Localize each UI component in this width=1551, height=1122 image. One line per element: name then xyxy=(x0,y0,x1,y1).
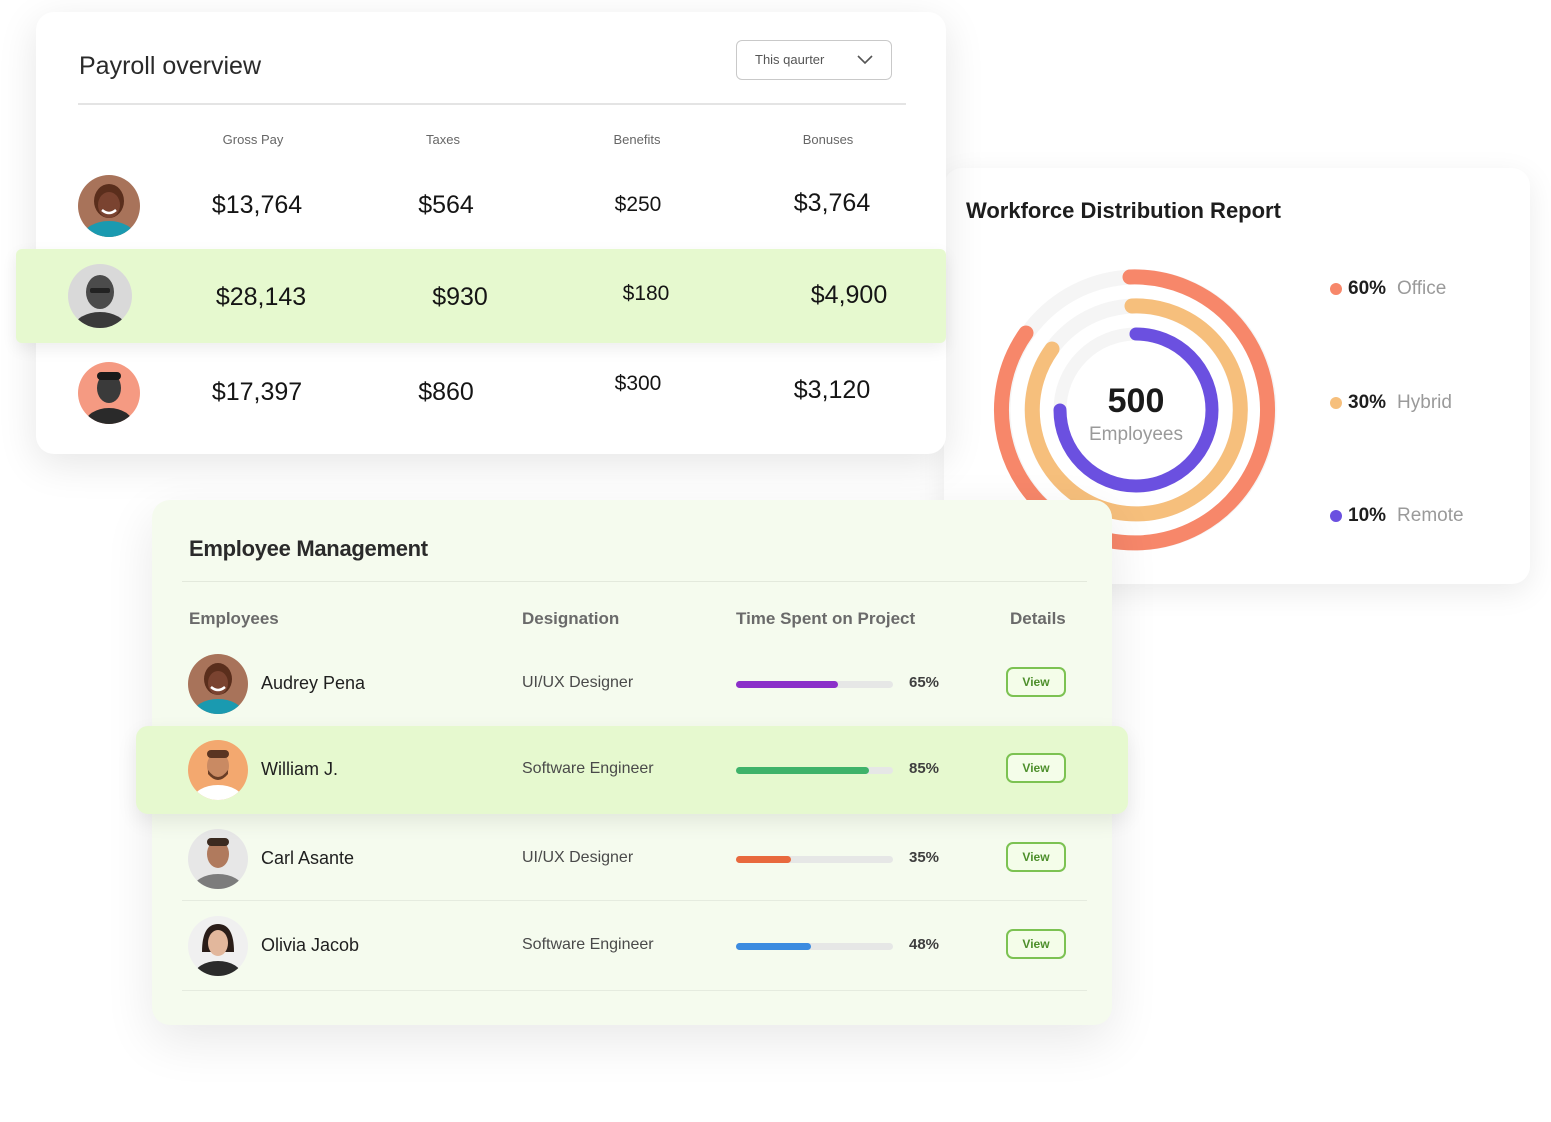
progress-fill xyxy=(736,943,812,950)
row-separator xyxy=(182,990,1087,991)
period-select[interactable]: This qaurter xyxy=(736,40,892,80)
employee-row[interactable]: William J. Software Engineer 85% View xyxy=(152,726,1112,814)
progress-percent: 48% xyxy=(909,936,940,953)
employee-name: Olivia Jacob xyxy=(261,935,360,955)
col-taxes: Taxes xyxy=(426,132,460,147)
gross-pay-value: $28,143 xyxy=(215,283,307,311)
bonuses-value: $4,900 xyxy=(810,281,888,309)
legend-label: Remote xyxy=(1397,505,1464,526)
period-select-value: This qaurter xyxy=(755,52,825,67)
progress-track xyxy=(736,943,893,950)
benefits-value: $180 xyxy=(622,282,670,305)
total-count: 500 xyxy=(1108,382,1165,420)
benefits-value: $250 xyxy=(614,193,662,216)
progress-track xyxy=(736,856,893,863)
col-benefits: Benefits xyxy=(613,132,661,147)
col-details: Details xyxy=(1010,609,1066,628)
benefits-value: $300 xyxy=(614,372,662,395)
row-separator xyxy=(182,900,1087,901)
avatar xyxy=(78,175,140,237)
bonuses-value: $3,764 xyxy=(793,189,871,217)
gross-pay-value: $17,397 xyxy=(211,378,303,406)
legend-hybrid: 30% Hybrid xyxy=(1330,392,1452,414)
legend-office: 60% Office xyxy=(1330,278,1446,300)
legend-pct: 30% xyxy=(1348,392,1387,413)
progress-fill xyxy=(736,681,839,688)
progress-track xyxy=(736,681,893,688)
avatar xyxy=(68,264,132,328)
view-button[interactable]: View xyxy=(1006,929,1066,959)
hybrid-dot xyxy=(1330,397,1342,409)
col-designation: Designation xyxy=(522,609,620,628)
payroll-title: Payroll overview xyxy=(79,52,262,80)
total-label: Employees xyxy=(1089,424,1183,445)
col-bonuses: Bonuses xyxy=(802,132,854,147)
employee-divider xyxy=(182,581,1087,582)
col-time-spent: Time Spent on Project xyxy=(736,609,916,628)
payroll-row-highlighted[interactable]: $28,143 $930 $180 $4,900 xyxy=(16,249,946,343)
employee-row[interactable]: Olivia Jacob Software Engineer 48% View xyxy=(152,902,1112,990)
employee-designation: Software Engineer xyxy=(522,936,654,953)
avatar xyxy=(188,829,248,889)
chevron-down-icon xyxy=(857,55,873,65)
view-button[interactable]: View xyxy=(1006,753,1066,783)
payroll-row[interactable]: $17,397 $860 $300 $3,120 xyxy=(36,345,946,439)
progress-percent: 85% xyxy=(909,760,940,777)
workforce-title: Workforce Distribution Report xyxy=(966,198,1281,223)
employee-row-highlighted[interactable]: William J. Software Engineer 85% View xyxy=(136,726,1128,814)
col-gross-pay: Gross Pay xyxy=(222,132,284,147)
legend-label: Office xyxy=(1397,278,1447,299)
taxes-value: $860 xyxy=(418,378,474,406)
legend-remote: 10% Remote xyxy=(1330,505,1464,527)
avatar xyxy=(188,916,248,976)
progress-percent: 35% xyxy=(909,849,940,866)
legend-label: Hybrid xyxy=(1397,392,1452,413)
employee-row[interactable]: Carl Asante UI/UX Designer 35% View xyxy=(152,815,1112,903)
legend-pct: 10% xyxy=(1348,505,1387,526)
taxes-value: $930 xyxy=(432,283,488,311)
view-button[interactable]: View xyxy=(1006,842,1066,872)
employee-designation: Software Engineer xyxy=(522,760,654,777)
progress-percent: 65% xyxy=(909,674,940,691)
avatar xyxy=(188,740,248,800)
employee-name: Carl Asante xyxy=(261,848,355,868)
avatar xyxy=(188,654,248,714)
employee-management-title: Employee Management xyxy=(189,536,428,561)
remote-dot xyxy=(1330,510,1342,522)
progress-fill xyxy=(736,767,870,774)
taxes-value: $564 xyxy=(418,191,474,219)
gross-pay-value: $13,764 xyxy=(211,191,303,219)
col-employees: Employees xyxy=(189,609,279,628)
progress-track xyxy=(736,767,893,774)
employee-designation: UI/UX Designer xyxy=(522,674,634,691)
progress-fill xyxy=(736,856,791,863)
employee-row[interactable]: Audrey Pena UI/UX Designer 65% View xyxy=(152,640,1112,728)
view-button[interactable]: View xyxy=(1006,667,1066,697)
avatar xyxy=(78,362,140,424)
legend-pct: 60% xyxy=(1348,278,1387,299)
employee-designation: UI/UX Designer xyxy=(522,849,634,866)
payroll-card: Payroll overview This qaurter Gross Pay … xyxy=(36,12,946,454)
bonuses-value: $3,120 xyxy=(793,376,871,404)
payroll-divider xyxy=(78,103,906,105)
payroll-row[interactable]: $13,764 $564 $250 $3,764 xyxy=(36,158,946,252)
employee-name: Audrey Pena xyxy=(261,673,366,693)
employee-name: William J. xyxy=(261,759,338,779)
office-dot xyxy=(1330,283,1342,295)
